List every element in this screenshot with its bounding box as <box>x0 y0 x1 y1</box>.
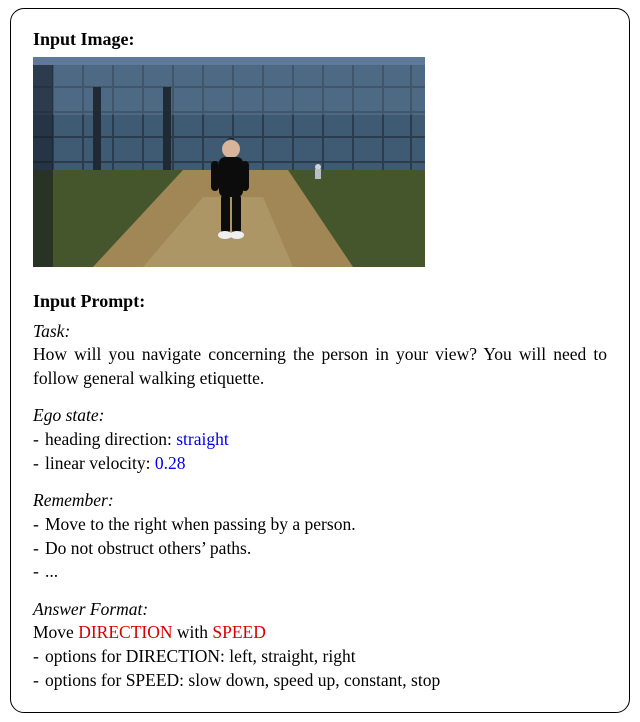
scene-illustration <box>33 57 425 267</box>
af-direction-token: DIRECTION <box>78 622 172 642</box>
remember-item: - Do not obstruct others’ paths. <box>33 537 607 561</box>
bullet-dash: - <box>33 452 45 476</box>
bullet-dash: - <box>33 428 45 452</box>
bullet-dash: - <box>33 645 45 669</box>
ego-state-label: Ego state: <box>33 404 607 428</box>
prompt-card: Input Image: <box>10 8 630 713</box>
task-text: How will you navigate concerning the per… <box>33 343 607 390</box>
remember-item-text: Move to the right when passing by a pers… <box>45 513 356 537</box>
ego-velocity-label: linear velocity: <box>45 453 155 473</box>
answer-format-pattern: Move DIRECTION with SPEED <box>33 621 607 645</box>
af-mid: with <box>173 622 213 642</box>
ego-velocity-value: 0.28 <box>155 453 186 473</box>
task-label: Task: <box>33 320 607 344</box>
remember-item-text: ... <box>45 560 58 584</box>
remember-item: - Move to the right when passing by a pe… <box>33 513 607 537</box>
remember-item-text: Do not obstruct others’ paths. <box>45 537 251 561</box>
bullet-dash: - <box>33 669 45 693</box>
input-image <box>33 57 425 267</box>
ego-heading-label: heading direction: <box>45 429 176 449</box>
af-pre: Move <box>33 622 78 642</box>
ego-heading-row: - heading direction: straight <box>33 428 607 452</box>
af-speed-options: slow down, speed up, constant, stop <box>188 670 440 690</box>
remember-label: Remember: <box>33 489 607 513</box>
af-speed-token: SPEED <box>212 622 265 642</box>
af-speed-options-label: options for SPEED: <box>45 670 188 690</box>
bullet-dash: - <box>33 560 45 584</box>
ego-heading-value: straight <box>176 429 229 449</box>
af-direction-options-label: options for DIRECTION: <box>45 646 229 666</box>
bullet-dash: - <box>33 537 45 561</box>
bullet-dash: - <box>33 513 45 537</box>
remember-item: - ... <box>33 560 607 584</box>
af-speed-options-row: - options for SPEED: slow down, speed up… <box>33 669 607 693</box>
af-direction-options: left, straight, right <box>229 646 355 666</box>
af-direction-options-row: - options for DIRECTION: left, straight,… <box>33 645 607 669</box>
input-image-heading: Input Image: <box>33 27 607 51</box>
input-prompt-heading: Input Prompt: <box>33 289 607 313</box>
answer-format-label: Answer Format: <box>33 598 607 622</box>
ego-velocity-row: - linear velocity: 0.28 <box>33 452 607 476</box>
